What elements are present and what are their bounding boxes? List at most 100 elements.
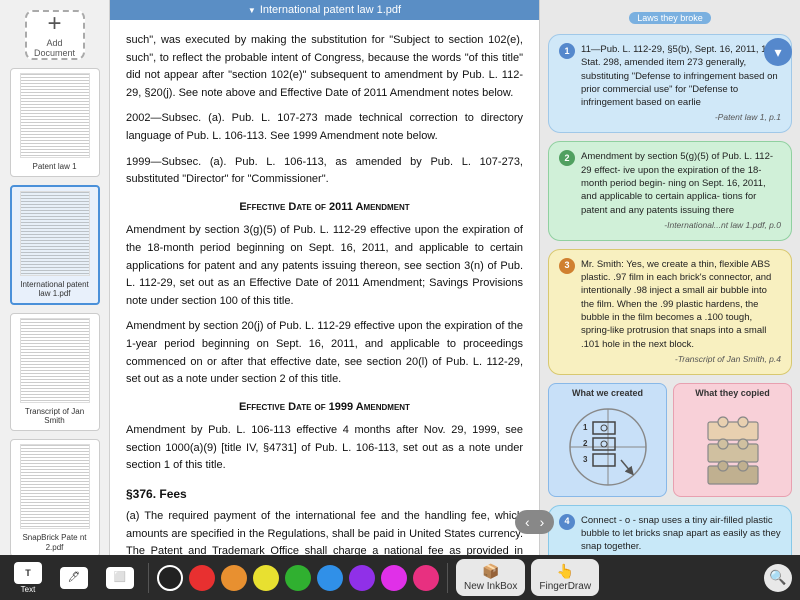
bubble-text-4: Connect - o - snap uses a tiny air-fille… [581,514,781,554]
patent-figure-svg: 1 2 3 [563,402,653,492]
add-document-button[interactable]: + Add Document [25,10,85,60]
eraser-icon: ⬜ [106,567,134,589]
doc-thumbnail-image [20,318,90,403]
doc-thumb-transcript[interactable]: Transcript of Jan Smith [10,313,100,431]
annotation-bubble-3[interactable]: 3 Mr. Smith: Yes, we create a thin, flex… [548,249,792,375]
doc-paragraph-5: Amendment by section 20(j) of Pub. L. 11… [126,318,523,388]
marker-icon-glyph: 🖊 [68,572,81,583]
finger-draw-label: FingerDraw [539,581,591,592]
annotation-bubble-1[interactable]: 1 11—Pub. L. 112-29, §5(b), Sept. 16, 20… [548,34,792,133]
section-title-1999: Effective Date of 1999 Amendment [126,399,523,417]
scroll-down-button[interactable]: ▾ [764,38,792,66]
text-tool-icon-label: T [25,568,31,578]
doc-thumb-label: SnapBrick Pate nt 2.pdf [15,533,95,552]
doc-thumb-label: Transcript of Jan Smith [15,407,95,426]
marker-icon: 🖊 [60,567,88,589]
new-inkbox-label: New InkBox [464,581,517,592]
svg-text:3: 3 [583,455,588,464]
color-purple[interactable] [349,565,375,591]
doc-thumbnail-image [20,191,90,276]
marker-tool-button[interactable]: 🖊 [54,565,94,591]
bubble-row: 2 Amendment by section 5(g)(5) of Pub. L… [559,150,781,216]
doc-thumb-snapbrick[interactable]: SnapBrick Pate nt 2.pdf [10,439,100,557]
sidebar: + Add Document Patent law 1 Internationa… [0,0,110,600]
nav-left-arrow[interactable]: ‹ [521,512,534,532]
bubble-number-2: 2 [559,150,575,166]
eraser-tool-button[interactable]: ⬜ [100,565,140,591]
doc-paragraph-4: Amendment by section 3(g)(5) of Pub. L. … [126,222,523,310]
annotation-bubble-2[interactable]: 2 Amendment by section 5(g)(5) of Pub. L… [548,141,792,240]
image-box-copied: What they copied [673,383,792,497]
doc-paragraph-2: 2002—Subsec. (a). Pub. L. 107-273 made t… [126,110,523,145]
navigation-arrows: ‹ › [515,510,554,534]
color-red[interactable] [189,565,215,591]
document-content: such", was executed by making the substi… [110,20,539,555]
color-yellow[interactable] [253,565,279,591]
document-header-title: International patent law 1.pdf [260,4,401,16]
laws-tag: Laws they broke [629,12,711,24]
new-inkbox-icon: 📦 [482,563,499,580]
bubble-text-3: Mr. Smith: Yes, we create a thin, flexib… [581,258,781,351]
toolbar-separator-2 [447,563,448,593]
bubble-number-4: 4 [559,514,575,530]
section-title-2011: Effective Date of 2011 Amendment [126,199,523,217]
bubble-row: 3 Mr. Smith: Yes, we create a thin, flex… [559,258,781,351]
bubble-number-1: 1 [559,43,575,59]
text-tool-button[interactable]: T Text [8,560,48,596]
doc-paragraph-1: such", was executed by making the substi… [126,32,523,102]
finger-draw-icon: 👆 [556,563,573,580]
doc-paragraph-3: 1999—Subsec. (a). Pub. L. 106-113, as am… [126,154,523,189]
eraser-icon-glyph: ⬜ [114,572,126,583]
doc-thumb-intl-patent[interactable]: International patent law 1.pdf [10,185,100,305]
bubble-source-3: -Transcript of Jan Smith, p.4 [559,354,781,366]
doc-thumb-patent-law-1[interactable]: Patent law 1 [10,68,100,177]
bubble-number-3: 3 [559,258,575,274]
doc-thumbnail-text [21,319,89,402]
document-header: ▼ International patent law 1.pdf [110,0,539,20]
color-blue[interactable] [317,565,343,591]
bubble-source-2: -International...nt law 1.pdf, p.0 [559,220,781,232]
color-magenta[interactable] [381,565,407,591]
new-inkbox-button[interactable]: 📦 New InkBox [456,559,525,596]
doc-thumb-label: International patent law 1.pdf [16,280,94,299]
svg-text:2: 2 [583,439,588,448]
fees-heading: §376. Fees [126,485,523,504]
color-orange[interactable] [221,565,247,591]
bubble-source-1: -Patent law 1, p.1 [559,112,781,124]
nav-right-arrow[interactable]: › [536,512,549,532]
bubble-text-1: 11—Pub. L. 112-29, §5(b), Sept. 16, 2011… [581,43,781,109]
annotation-panel: Laws they broke 1 11—Pub. L. 112-29, §5(… [540,0,800,555]
annotation-bubble-4[interactable]: 4 Connect - o - snap uses a tiny air-fil… [548,505,792,555]
zoom-icon: 🔍 [769,569,786,586]
finger-draw-button[interactable]: 👆 FingerDraw [531,559,599,596]
zoom-button[interactable]: 🔍 [764,564,792,592]
color-green[interactable] [285,565,311,591]
doc-thumb-label: Patent law 1 [32,162,76,172]
bubble-row: 4 Connect - o - snap uses a tiny air-fil… [559,514,781,554]
plus-icon: + [47,12,61,36]
text-tool-label: Text [21,585,36,594]
color-pink[interactable] [413,565,439,591]
doc-thumbnail-image [20,73,90,158]
add-document-label: Add Document [27,38,83,58]
doc-thumbnail-text [21,74,89,157]
color-black[interactable] [157,565,183,591]
bubble-row: 1 11—Pub. L. 112-29, §5(b), Sept. 16, 20… [559,43,781,109]
doc-thumbnail-image [20,444,90,529]
header-triangle-icon: ▼ [248,6,256,15]
svg-text:1: 1 [583,423,588,432]
doc-paragraph-7: (a) The required payment of the internat… [126,508,523,555]
main-document: ▼ International patent law 1.pdf such", … [110,0,540,555]
image-comparison-area: What we created 1 2 3 [548,383,792,497]
image-copied-label: What they copied [695,388,770,398]
doc-thumbnail-text [21,192,89,275]
toolbar-separator-1 [148,563,149,593]
bottom-toolbar: T Text 🖊 ⬜ 📦 New InkBox 👆 FingerDraw 🔍 [0,555,800,600]
doc-thumbnail-text [21,445,89,528]
bubble-text-2: Amendment by section 5(g)(5) of Pub. L. … [581,150,781,216]
image-box-created: What we created 1 2 3 [548,383,667,497]
doc-paragraph-6: Amendment by Pub. L. 106-113 effective 4… [126,422,523,475]
text-tool-icon: T [14,562,42,584]
image-created-label: What we created [572,388,643,398]
copied-figure-svg [688,402,778,492]
